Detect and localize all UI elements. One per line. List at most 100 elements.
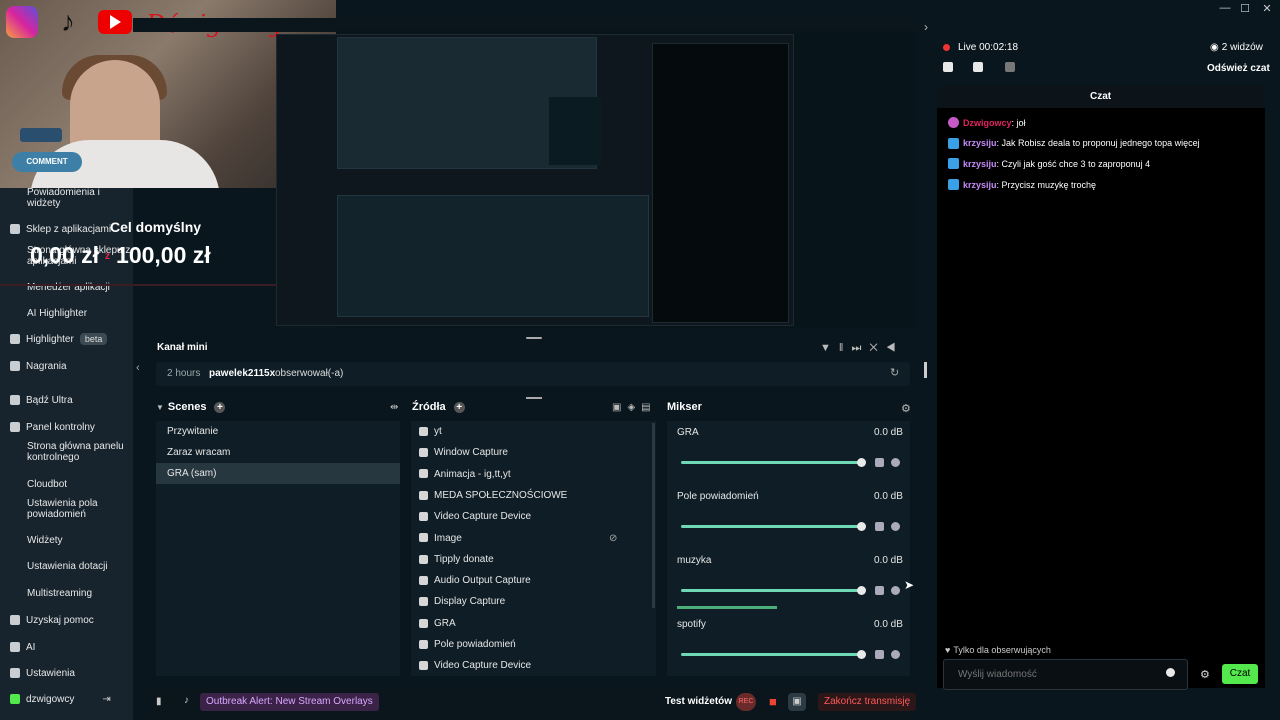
chat-input[interactable] — [956, 668, 1160, 681]
sidebar-item[interactable]: Widżety — [0, 529, 133, 551]
scene-item[interactable]: Zaraz wracam — [156, 442, 400, 463]
source-item[interactable]: Window Capture — [411, 442, 651, 463]
chat-username[interactable]: krzysiju — [963, 138, 997, 148]
source-tools[interactable]: ▣◈▤ — [612, 402, 657, 413]
source-item[interactable]: GRA — [411, 613, 651, 634]
collapse-sidebar-icon[interactable]: ‹ — [136, 362, 140, 374]
maximize-button[interactable]: ☐ — [1237, 2, 1253, 15]
sidebar-item[interactable]: Menedżer aplikacji — [0, 276, 133, 298]
sidebar-item[interactable]: Powiadomienia i widżety — [0, 186, 133, 210]
source-window-icon[interactable]: ▣ — [612, 402, 627, 413]
collapse-icon[interactable]: ▼ — [156, 403, 164, 412]
source-item[interactable]: Video Capture Device — [411, 655, 651, 676]
source-folder-icon[interactable]: ▤ — [641, 402, 656, 413]
source-item[interactable]: Animacja - ig,tt,yt — [411, 464, 651, 485]
mute-icon[interactable] — [875, 586, 884, 595]
source-item[interactable]: Display Capture — [411, 591, 651, 612]
news-alert-button[interactable]: Outbreak Alert: New Stream Overlays — [200, 693, 379, 711]
share-icon[interactable] — [1005, 62, 1015, 72]
sidebar-item[interactable]: Ustawienia pola powiadomień — [0, 497, 133, 521]
sidebar-item[interactable]: Ustawienia — [0, 662, 133, 684]
replay-icon[interactable]: ↻ — [890, 366, 899, 379]
mute-alerts-icon[interactable]: ✕ — [869, 342, 885, 354]
refresh-chat-button[interactable]: Odśwież czat — [1207, 63, 1270, 74]
sidebar-item[interactable]: Cloudbot — [0, 473, 133, 495]
sidebar-item[interactable]: Multistreaming — [0, 582, 133, 604]
add-scene-icon[interactable]: + — [214, 402, 226, 413]
rec-button[interactable]: REC — [736, 693, 756, 711]
sources-scrollbar[interactable] — [652, 423, 655, 608]
channel-settings-icon[interactable] — [891, 586, 900, 595]
filter-icon[interactable]: ▼ — [820, 342, 839, 354]
volume-slider-knob[interactable] — [857, 650, 866, 659]
add-source-icon[interactable]: + — [453, 402, 465, 413]
sidebar-item[interactable]: AI — [0, 636, 133, 658]
activity-user[interactable]: pawelek2115x — [209, 368, 275, 379]
chat-username[interactable]: Dzwigowcy — [963, 118, 1012, 128]
mute-icon[interactable] — [875, 522, 884, 531]
source-label: Tipply donate — [434, 553, 494, 565]
chat-send-button[interactable]: Czat — [1222, 664, 1258, 684]
folder-icon[interactable] — [973, 62, 983, 72]
resize-handle-2[interactable] — [526, 397, 542, 399]
channel-settings-icon[interactable] — [891, 458, 900, 467]
stats-icon[interactable]: ▮ — [156, 696, 162, 707]
sidebar-item[interactable]: Uzyskaj pomoc — [0, 609, 133, 631]
source-label: GRA — [434, 617, 456, 629]
volume-slider[interactable] — [681, 525, 861, 528]
scene-item[interactable]: Przywitanie — [156, 421, 400, 442]
sidebar-user[interactable]: dzwigowcy ⇥ — [0, 688, 133, 710]
edit-icon[interactable] — [943, 62, 953, 72]
volume-icon[interactable]: ◀ — [886, 342, 904, 354]
sidebar-item[interactable]: Panel kontrolny — [0, 416, 133, 438]
mute-icon[interactable] — [875, 650, 884, 659]
channel-settings-icon[interactable] — [891, 650, 900, 659]
twitch-badge-icon — [948, 158, 959, 170]
hidden-eye-icon[interactable]: ⊘ — [609, 528, 617, 549]
sidebar-item[interactable]: Nagrania — [0, 355, 133, 377]
expand-chat-icon[interactable]: › — [924, 20, 928, 34]
scene-transitions-icon[interactable]: ⇹ — [390, 402, 398, 413]
volume-slider-knob[interactable] — [857, 522, 866, 531]
test-widgets-label[interactable]: Test widżetów — [665, 696, 732, 707]
resize-handle[interactable] — [526, 337, 542, 339]
skip-icon[interactable]: ⏭ — [851, 342, 869, 354]
minimize-button[interactable]: — — [1217, 2, 1233, 14]
replay-buffer-icon[interactable]: ▣ — [788, 693, 806, 711]
end-stream-button[interactable]: Zakończ transmisję — [818, 693, 917, 711]
volume-slider-knob[interactable] — [857, 586, 866, 595]
source-group-icon[interactable]: ◈ — [627, 402, 641, 413]
volume-slider[interactable] — [681, 653, 861, 656]
emoji-icon[interactable] — [1166, 668, 1175, 677]
source-item[interactable]: Tipply donate — [411, 549, 651, 570]
mute-icon[interactable] — [875, 458, 884, 467]
mixer-settings-icon[interactable]: ⚙ — [901, 402, 911, 415]
source-item[interactable]: Audio Output Capture — [411, 570, 651, 591]
source-item[interactable]: Pole powiadomień — [411, 634, 651, 655]
source-item[interactable]: MEDA SPOŁECZNOŚCIOWE — [411, 485, 651, 506]
sidebar-item[interactable]: Highlighter beta — [0, 328, 133, 350]
close-button[interactable]: ✕ — [1259, 2, 1275, 15]
chat-input-box[interactable] — [943, 659, 1188, 690]
sidebar-item[interactable]: Bądź Ultra — [0, 389, 133, 411]
source-item[interactable]: yt — [411, 421, 651, 442]
channel-settings-icon[interactable] — [891, 522, 900, 531]
volume-slider-knob[interactable] — [857, 458, 866, 467]
chat-username[interactable]: krzysiju — [963, 159, 997, 169]
stop-recording-icon[interactable]: ■ — [769, 695, 783, 709]
chat-settings-icon[interactable]: ⚙ — [1200, 668, 1210, 681]
bell-icon[interactable]: ♪ — [184, 695, 189, 706]
source-item[interactable]: Video Capture Device — [411, 506, 651, 527]
pause-icon[interactable]: ‖ — [839, 342, 852, 354]
volume-slider[interactable] — [681, 461, 861, 464]
source-item[interactable]: Image ⊘ — [411, 528, 651, 549]
logout-icon[interactable]: ⇥ — [102, 694, 110, 705]
volume-slider[interactable] — [681, 589, 861, 592]
scrollbar[interactable] — [924, 362, 927, 378]
chat-username[interactable]: krzysiju — [963, 180, 997, 190]
sidebar-item[interactable]: Ustawienia dotacji — [0, 555, 133, 577]
sidebar-item[interactable]: AI Highlighter — [0, 302, 133, 324]
sidebar-item[interactable]: Strona główna panelu kontrolnego — [0, 440, 133, 464]
scene-item[interactable]: GRA (sam) — [156, 463, 400, 484]
mini-feed-tools[interactable]: ▼‖⏭✕◀ — [820, 342, 904, 355]
